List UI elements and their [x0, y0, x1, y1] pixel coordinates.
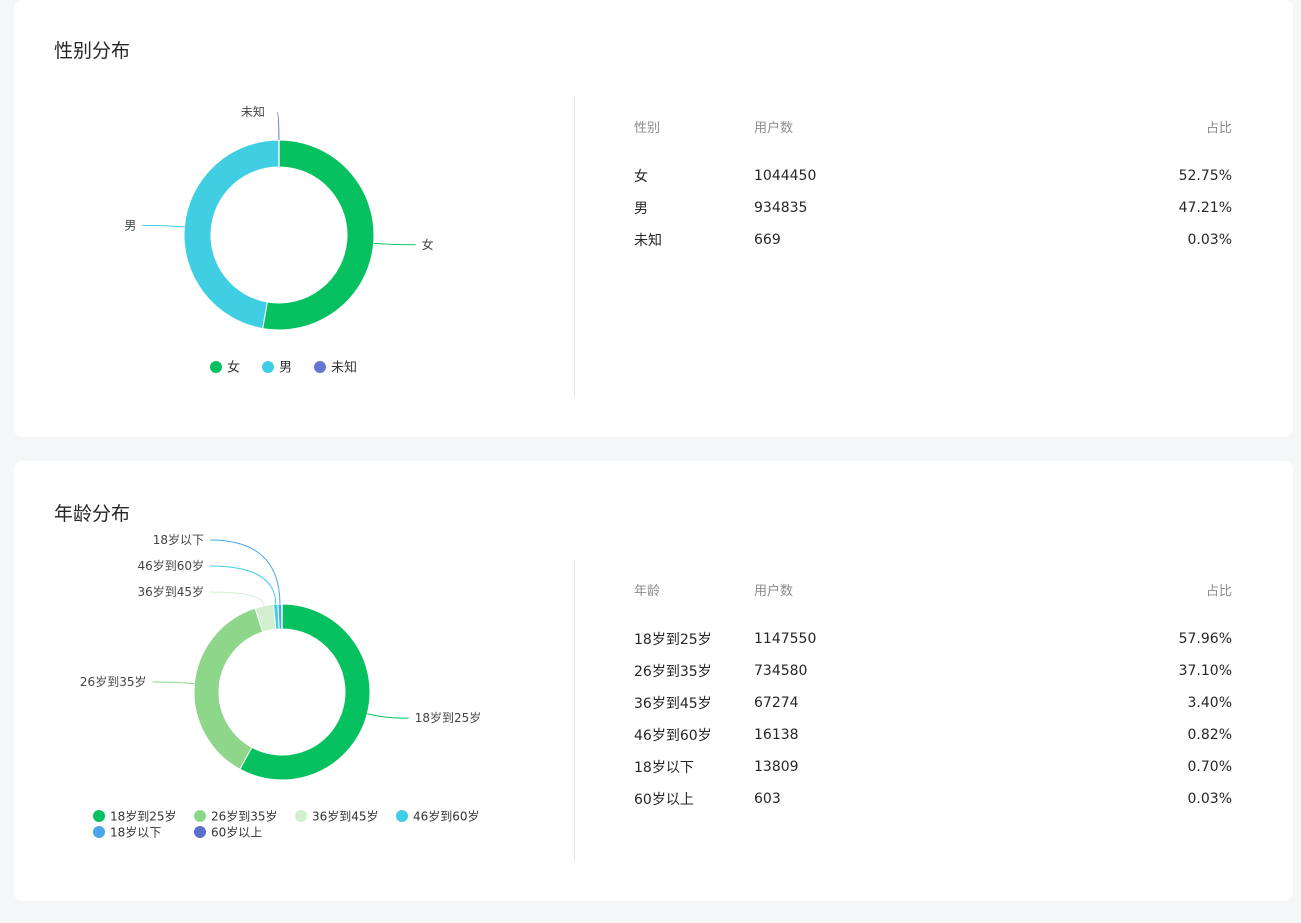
- donut-slice-1[interactable]: [183, 139, 280, 330]
- gender-divider: [574, 96, 575, 397]
- slice-label-2: 未知: [241, 105, 265, 119]
- gender-table: 性别 用户数 占比 女 1044450 52.75% 男 934835 47.2…: [634, 114, 1232, 256]
- table-row: 女 1044450 52.75%: [634, 160, 1232, 192]
- legend-label-3[interactable]: 46岁到60岁: [413, 809, 480, 824]
- leader-line-0: [367, 713, 409, 719]
- row-label: 女: [634, 169, 648, 185]
- age-card: 年龄分布 18岁到25岁 26岁到35岁 36岁到45岁 46岁到60岁 18岁以下 18…: [14, 461, 1293, 901]
- row-label: 18岁到25岁: [634, 632, 712, 648]
- row-label: 36岁到45岁: [634, 696, 712, 712]
- row-pct: 0.03%: [1187, 232, 1232, 248]
- row-count: 734580: [754, 663, 808, 679]
- legend-dot-4[interactable]: [93, 826, 105, 838]
- legend-label-0[interactable]: 女: [227, 360, 240, 376]
- legend-label-1[interactable]: 26岁到35岁: [211, 809, 278, 824]
- leader-line-0: [373, 242, 416, 246]
- col-header-users: 用户数: [754, 120, 794, 136]
- row-pct: 57.96%: [1178, 631, 1232, 647]
- legend-label-0[interactable]: 18岁到25岁: [110, 809, 177, 824]
- row-label: 未知: [634, 233, 662, 249]
- table-row: 36岁到45岁 67274 3.40%: [634, 687, 1232, 719]
- leader-line-2: [209, 591, 265, 606]
- slice-label-3: 46岁到60岁: [137, 558, 204, 573]
- legend-dot-3[interactable]: [396, 810, 408, 822]
- row-label: 男: [634, 201, 648, 217]
- age-table-header: 年龄 用户数 占比: [634, 577, 1232, 623]
- row-count: 16138: [754, 727, 799, 743]
- legend-dot-2[interactable]: [295, 810, 307, 822]
- row-pct: 3.40%: [1187, 695, 1232, 711]
- row-count: 1044450: [754, 168, 817, 184]
- legend-dot-1[interactable]: [262, 361, 274, 373]
- col-header-gender: 性别: [634, 120, 661, 136]
- age-table: 年龄 用户数 占比 18岁到25岁 1147550 57.96% 26岁到35岁…: [634, 577, 1232, 815]
- row-pct: 0.82%: [1187, 727, 1232, 743]
- col-header-age: 年龄: [634, 583, 661, 599]
- table-row: 26岁到35岁 734580 37.10%: [634, 655, 1232, 687]
- row-pct: 0.03%: [1187, 791, 1232, 807]
- leader-line-3: [209, 565, 277, 605]
- table-row: 未知 669 0.03%: [634, 224, 1232, 256]
- slice-label-1: 男: [124, 218, 136, 232]
- row-label: 60岁以上: [634, 792, 694, 808]
- row-pct: 52.75%: [1178, 168, 1232, 184]
- legend-dot-1[interactable]: [194, 810, 206, 822]
- slice-label-2: 36岁到45岁: [137, 584, 204, 599]
- legend-dot-0[interactable]: [93, 810, 105, 822]
- table-row: 60岁以上 603 0.03%: [634, 783, 1232, 815]
- legend-dot-2[interactable]: [314, 361, 326, 373]
- leader-line-1: [152, 681, 195, 685]
- legend-dot-0[interactable]: [210, 361, 222, 373]
- gender-card: 性别分布 女男未知女男未知 性别 用户数 占比 女 1044450 52.75%…: [14, 0, 1293, 437]
- row-count: 1147550: [754, 631, 817, 647]
- row-label: 26岁到35岁: [634, 664, 712, 680]
- gender-table-header: 性别 用户数 占比: [634, 114, 1232, 160]
- col-header-pct: 占比: [1205, 120, 1232, 136]
- slice-label-0: 18岁到25岁: [415, 710, 482, 725]
- row-count: 669: [754, 232, 781, 248]
- row-pct: 0.70%: [1187, 759, 1232, 775]
- table-row: 18岁以下 13809 0.70%: [634, 751, 1232, 783]
- row-count: 934835: [754, 200, 808, 216]
- table-row: 46岁到60岁 16138 0.82%: [634, 719, 1232, 751]
- table-row: 18岁到25岁 1147550 57.96%: [634, 623, 1232, 655]
- slice-label-0: 女: [422, 237, 434, 252]
- leader-line-1: [142, 224, 185, 228]
- col-header-pct: 占比: [1205, 583, 1232, 599]
- age-divider: [574, 560, 575, 861]
- legend-label-2[interactable]: 未知: [331, 360, 357, 376]
- donut-slice-0[interactable]: [262, 139, 375, 331]
- slice-label-4: 18岁以下: [153, 532, 204, 547]
- legend-label-4[interactable]: 18岁以下: [110, 825, 161, 840]
- row-label: 46岁到60岁: [634, 728, 712, 744]
- row-label: 18岁以下: [634, 760, 694, 776]
- legend-dot-5[interactable]: [194, 826, 206, 838]
- row-count: 67274: [754, 695, 799, 711]
- legend-label-5[interactable]: 60岁以上: [211, 825, 262, 840]
- legend-label-1[interactable]: 男: [279, 361, 292, 376]
- age-donut-chart: 18岁到25岁26岁到35岁36岁到45岁46岁到60岁18岁以下18岁到25岁…: [80, 532, 482, 840]
- leader-line-2: [276, 111, 280, 141]
- slice-label-1: 26岁到35岁: [80, 674, 147, 689]
- row-count: 13809: [754, 759, 799, 775]
- gender-donut-chart: 女男未知女男未知: [124, 105, 434, 376]
- row-pct: 37.10%: [1178, 663, 1232, 679]
- row-pct: 47.21%: [1178, 200, 1232, 216]
- row-count: 603: [754, 791, 781, 807]
- donut-slice-4[interactable]: [277, 603, 283, 630]
- table-row: 男 934835 47.21%: [634, 192, 1232, 224]
- legend-label-2[interactable]: 36岁到45岁: [312, 809, 379, 824]
- donut-slice-1[interactable]: [193, 607, 264, 770]
- col-header-users: 用户数: [754, 583, 794, 599]
